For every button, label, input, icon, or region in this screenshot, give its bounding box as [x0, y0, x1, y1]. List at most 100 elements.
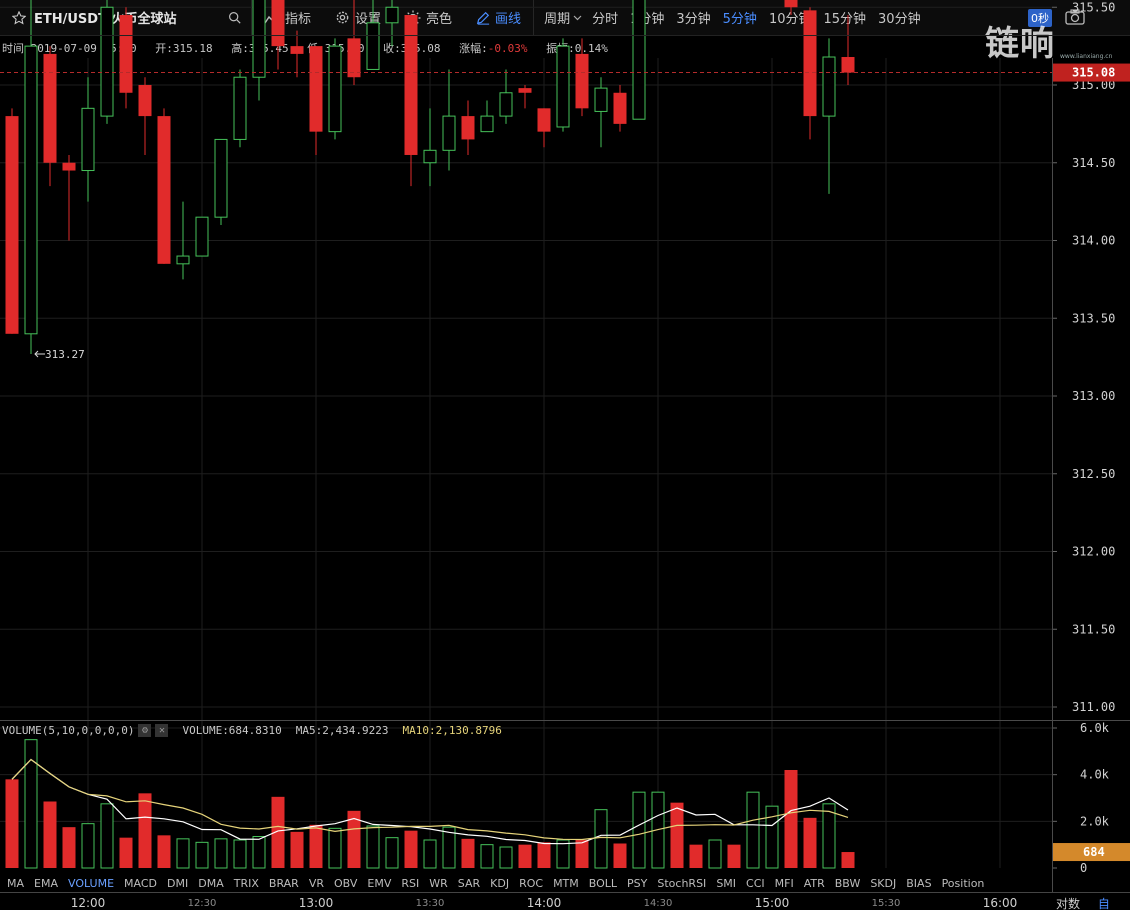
indicator-tab[interactable]: BIAS: [906, 877, 931, 890]
indicator-tab[interactable]: RSI: [401, 877, 419, 890]
volume-bar-down: [157, 835, 171, 868]
last-volume-label: 684: [1083, 845, 1105, 859]
indicator-tab[interactable]: VR: [309, 877, 324, 890]
volume-bar-up: [480, 844, 494, 869]
close-mini-icon[interactable]: ✕: [155, 724, 169, 737]
candle-body-down: [62, 162, 76, 171]
indicator-tab[interactable]: DMA: [198, 877, 224, 890]
indicator-tab[interactable]: BBW: [835, 877, 861, 890]
candle-body-down: [138, 85, 152, 117]
volume-bar-down: [119, 837, 133, 868]
volume-bar-up: [328, 827, 342, 869]
indicator-tab[interactable]: BOLL: [589, 877, 617, 890]
candle-body-down: [271, 0, 285, 47]
candlestick-chart[interactable]: 311.00 311.50 312.00 312.50 313.00 313.50 314.…: [0, 0, 1130, 892]
candle-body-down: [290, 46, 304, 54]
candle-body-up: [233, 76, 247, 140]
candle-body-up: [632, 0, 646, 120]
candle-body-down: [5, 116, 19, 334]
volume-bar-up: [81, 823, 95, 869]
time-tick-label: 12:30: [187, 898, 217, 909]
indicator-tab[interactable]: KDJ: [490, 877, 509, 890]
candle-body-down: [309, 46, 323, 132]
candle-body-up: [214, 138, 228, 218]
indicator-tab[interactable]: SMI: [716, 877, 736, 890]
candle-body-up: [594, 87, 608, 112]
candle-body-up: [328, 45, 342, 133]
volume-bar-up: [100, 803, 114, 869]
indicator-tab[interactable]: BRAR: [269, 877, 299, 890]
indicator-tab[interactable]: ATR: [804, 877, 825, 890]
time-tick-label: 13:00: [298, 896, 334, 910]
indicator-tab[interactable]: StochRSI: [657, 877, 706, 890]
indicator-tab[interactable]: Position: [942, 877, 985, 890]
volume-bar-up: [423, 839, 437, 869]
indicator-tab[interactable]: EMA: [34, 877, 58, 890]
time-axis: 12:00 12:30 13:00 13:30 14:00 14:30 15:00 15:30…: [0, 892, 1130, 910]
price-tick-label: 312.00: [1072, 545, 1115, 559]
volume-bar-up: [252, 836, 266, 869]
indicator-tab[interactable]: DMI: [167, 877, 188, 890]
volume-legend: VOLUME(5,10,0,0,0,0) ⚙ ✕ VOLUME:684.8310…: [2, 724, 502, 737]
indicator-tab[interactable]: SKDJ: [870, 877, 896, 890]
indicator-tab[interactable]: EMV: [367, 877, 391, 890]
candle-body-down: [841, 57, 855, 73]
candle-body-down: [43, 53, 57, 163]
volume-bar-up: [594, 809, 608, 869]
indicator-tab[interactable]: SAR: [458, 877, 480, 890]
indicator-tab[interactable]: MFI: [775, 877, 794, 890]
volume-bar-down: [689, 844, 703, 868]
volume-bar-up: [214, 838, 228, 869]
log-scale-button[interactable]: 对数: [1056, 897, 1080, 910]
indicator-tab-bar: MA EMA VOLUME MACD DMI DMA TRIX BRAR VR OBV EMV RSI…: [0, 874, 1052, 892]
price-tick-label: 314.00: [1072, 234, 1115, 248]
last-price-label: 315.08: [1072, 66, 1115, 80]
price-tick-label: 311.50: [1072, 622, 1115, 636]
volume-tick-label: 2.0k: [1080, 814, 1110, 828]
indicator-tab[interactable]: MACD: [124, 877, 157, 890]
time-tick-label: 14:00: [526, 896, 562, 910]
volume-bar-down: [613, 843, 627, 868]
volume-tick-label: 6.0k: [1080, 721, 1110, 735]
candle-body-down: [347, 38, 361, 78]
volume-bar-down: [62, 827, 76, 868]
indicator-tab[interactable]: CCI: [746, 877, 765, 890]
volume-bar-down: [670, 802, 684, 868]
volume-bar-up: [708, 839, 722, 869]
indicator-tab[interactable]: OBV: [334, 877, 357, 890]
indicator-tab[interactable]: PSY: [627, 877, 647, 890]
candle-body-up: [100, 6, 114, 117]
indicator-tab[interactable]: MTM: [553, 877, 579, 890]
candle-body-up: [385, 6, 399, 24]
indicator-tab[interactable]: TRIX: [234, 877, 259, 890]
volume-legend-value: VOLUME:684.8310: [182, 724, 282, 737]
candle-body-up: [176, 255, 190, 265]
candle-body-up: [195, 216, 209, 257]
axis-mode-buttons: 对数 自动: [1056, 895, 1130, 910]
indicator-tab[interactable]: MA: [7, 877, 24, 890]
volume-bar-up: [746, 791, 760, 869]
low-marker-label: 313.27: [45, 348, 85, 361]
volume-bar-down: [43, 801, 57, 868]
candle-body-down: [404, 15, 418, 155]
indicator-tab[interactable]: VOLUME: [68, 877, 114, 890]
candle-body-down: [803, 10, 817, 117]
volume-bar-down: [518, 844, 532, 868]
low-marker-arrow: [34, 350, 45, 358]
volume-bar-up: [195, 841, 209, 869]
volume-bar-up: [632, 791, 646, 869]
candle-body-down: [575, 53, 589, 109]
price-tick-label: 313.00: [1072, 389, 1115, 403]
volume-tick-label: 4.0k: [1080, 768, 1110, 782]
volume-bar-down: [575, 840, 589, 868]
time-tick-label: 16:00: [982, 896, 1018, 910]
settings-mini-icon[interactable]: ⚙: [138, 724, 152, 737]
candle-body-down: [613, 92, 627, 124]
candle-body-up: [366, 22, 380, 70]
volume-bar-down: [138, 793, 152, 868]
indicator-tab[interactable]: WR: [429, 877, 448, 890]
candle-body-up: [81, 107, 95, 172]
volume-bar-down: [784, 770, 798, 868]
volume-bar-down: [537, 842, 551, 868]
indicator-tab[interactable]: ROC: [519, 877, 543, 890]
